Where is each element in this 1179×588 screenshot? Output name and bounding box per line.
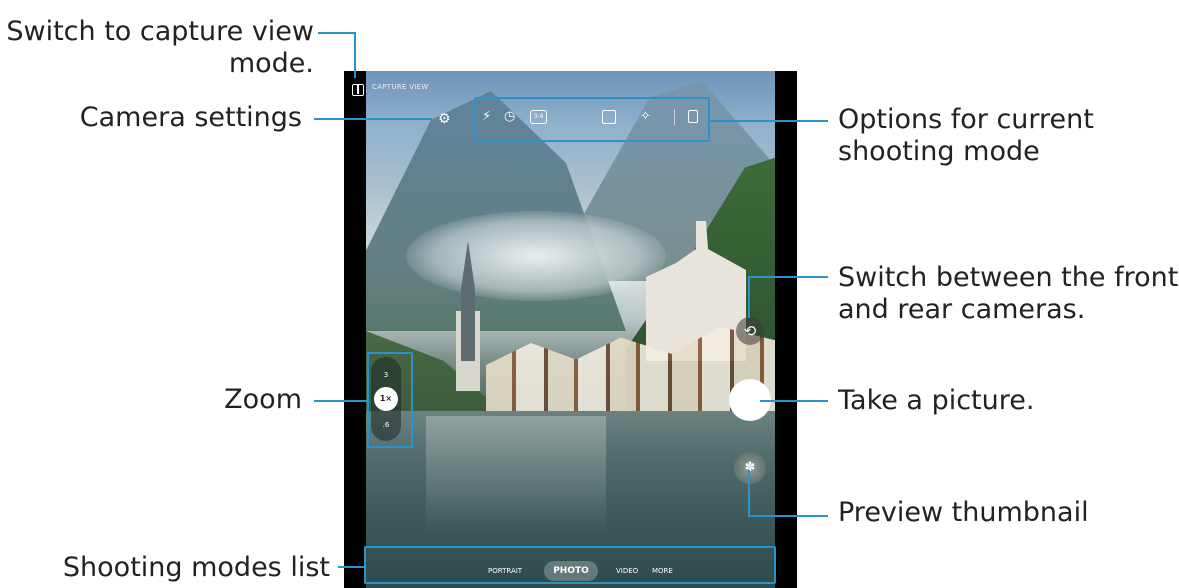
scene-reflection bbox=[426, 416, 606, 536]
highlight-options bbox=[474, 97, 710, 142]
preview-thumbnail-icon[interactable]: ✽ bbox=[734, 452, 766, 484]
capture-view-label: CAPTURE VIEW bbox=[372, 83, 429, 91]
callout-line bbox=[314, 400, 367, 402]
callout-line bbox=[748, 276, 828, 278]
callout-line bbox=[710, 120, 828, 122]
gear-icon[interactable]: ⚙ bbox=[438, 111, 451, 127]
callout-line bbox=[760, 400, 828, 402]
callout-zoom: Zoom bbox=[224, 384, 302, 415]
callout-line bbox=[354, 32, 356, 78]
callout-capture-view-line2: mode. bbox=[228, 48, 314, 79]
callout-capture-view-line1: Switch to capture view bbox=[6, 16, 314, 47]
callout-line bbox=[748, 515, 828, 517]
callout-switch-cameras: Switch between the front and rear camera… bbox=[838, 262, 1178, 326]
callout-line bbox=[748, 470, 750, 517]
callout-line bbox=[338, 566, 364, 568]
switch-camera-icon[interactable]: ⟲ bbox=[736, 317, 764, 345]
callout-capture-view: Switch to capture view mode. bbox=[0, 16, 314, 80]
highlight-zoom bbox=[367, 352, 413, 448]
camera-screen: CAPTURE VIEW ⚙ ⚡ ◷ 3:4 ✧ 3 .6 1× ⟲ ✽ POR… bbox=[344, 71, 797, 588]
callout-line bbox=[314, 118, 432, 120]
callout-switch-cameras-line2: and rear cameras. bbox=[838, 294, 1086, 325]
scene-cloud bbox=[406, 211, 666, 301]
callout-line bbox=[748, 276, 750, 318]
callout-options-line1: Options for current bbox=[838, 104, 1094, 135]
callout-switch-cameras-line1: Switch between the front bbox=[838, 262, 1179, 293]
callout-options-line2: shooting mode bbox=[838, 136, 1040, 167]
callout-shooting-modes: Shooting modes list bbox=[62, 552, 330, 583]
callout-options: Options for current shooting mode bbox=[838, 104, 1094, 168]
callout-take-picture: Take a picture. bbox=[838, 385, 1035, 416]
callout-preview-thumbnail: Preview thumbnail bbox=[838, 497, 1089, 528]
callout-line bbox=[318, 32, 356, 34]
callout-camera-settings: Camera settings bbox=[79, 102, 302, 133]
camera-viewfinder[interactable] bbox=[366, 71, 775, 588]
capture-view-icon[interactable] bbox=[352, 84, 364, 96]
highlight-modes bbox=[364, 546, 776, 584]
